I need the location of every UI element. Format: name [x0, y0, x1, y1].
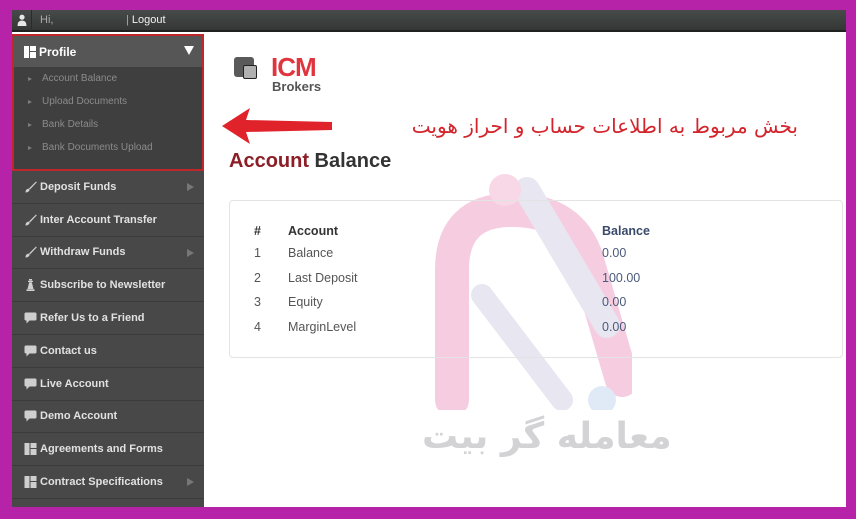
account-balance-panel: # Account Balance 1 Balance 0.00 2 Last … — [229, 200, 843, 358]
sidebar-subitem-account-balance[interactable]: Account Balance — [14, 67, 202, 90]
column-header-number: # — [254, 224, 261, 238]
sidebar-item-label: Subscribe to Newsletter — [40, 279, 166, 292]
page-title-accent: Account — [229, 150, 309, 172]
page-title-rest: Balance — [309, 150, 392, 172]
bullet-icon — [28, 76, 32, 81]
page-title: Account Balance — [229, 150, 391, 173]
row-account: Last Deposit — [288, 270, 358, 285]
sidebar-subitem-label: Account Balance — [42, 73, 118, 84]
grid-icon — [24, 45, 36, 58]
sidebar-item-label: Inter Account Transfer — [40, 213, 157, 226]
table-row: 3 Equity 0.00 — [254, 290, 650, 315]
sidebar-subitem-label: Bank Documents Upload — [42, 142, 153, 153]
grid-icon — [24, 443, 37, 456]
sidebar-subitem-bank-documents-upload[interactable]: Bank Documents Upload — [14, 136, 202, 159]
chevron-right-icon — [187, 248, 194, 257]
speech-bubble-icon — [24, 410, 37, 422]
row-balance: 0.00 — [602, 295, 627, 310]
logo-sub: Brokers — [272, 79, 322, 94]
brush-icon — [24, 214, 37, 226]
arrow-left-icon — [222, 108, 332, 144]
top-bar: Hi, | Logout — [12, 10, 846, 32]
bullet-icon — [28, 122, 32, 127]
chess-pawn-icon — [24, 279, 37, 292]
sidebar-item-agreements-forms[interactable]: Agreements and Forms — [12, 433, 204, 467]
sidebar-item-label: Demo Account — [40, 410, 118, 423]
sidebar-item-label: Live Account — [40, 377, 109, 390]
logo-brand: ICM — [271, 52, 317, 82]
sidebar: Profile Account Balance Upload Documents… — [12, 34, 204, 507]
row-number: 3 — [254, 295, 261, 310]
table-header-row: # Account Balance — [254, 221, 650, 241]
row-balance: 0.00 — [602, 246, 627, 261]
row-account: MarginLevel — [288, 319, 357, 334]
table-row: 2 Last Deposit 100.00 — [254, 266, 650, 291]
bullet-icon — [28, 99, 32, 104]
sidebar-subitem-upload-documents[interactable]: Upload Documents — [14, 90, 202, 113]
grid-icon — [24, 476, 37, 489]
speech-bubble-icon — [24, 312, 37, 324]
brush-icon — [24, 181, 37, 193]
sidebar-item-profile[interactable]: Profile — [14, 36, 202, 67]
speech-bubble-icon — [24, 345, 37, 357]
sidebar-item-withdraw-funds[interactable]: Withdraw Funds — [12, 237, 204, 270]
column-header-balance: Balance — [602, 224, 650, 238]
speech-bubble-icon — [24, 378, 37, 390]
sidebar-subitem-bank-details[interactable]: Bank Details — [14, 113, 202, 136]
sidebar-item-live-account[interactable]: Live Account — [12, 368, 204, 401]
row-number: 1 — [254, 246, 261, 261]
row-balance: 0.00 — [602, 319, 627, 334]
sidebar-item-inter-account-transfer[interactable]: Inter Account Transfer — [12, 204, 204, 237]
separator: | — [126, 14, 129, 26]
brush-icon — [24, 246, 37, 258]
watermark-text: معامله گر بیت — [422, 416, 672, 457]
sidebar-item-label: Agreements and Forms — [40, 443, 163, 456]
sidebar-item-label: Deposit Funds — [40, 180, 117, 193]
sidebar-item-demo-account[interactable]: Demo Account — [12, 401, 204, 434]
row-number: 2 — [254, 270, 261, 285]
sidebar-item-label: Contact us — [40, 344, 97, 357]
icm-brokers-logo: ICM Brokers — [232, 52, 332, 97]
sidebar-item-label: Profile — [39, 44, 77, 59]
account-balance-table: # Account Balance 1 Balance 0.00 2 Last … — [254, 221, 650, 339]
row-number: 4 — [254, 319, 261, 334]
chevron-right-icon — [187, 183, 194, 191]
app-window: Hi, | Logout Profile Account Balance Upl — [12, 10, 846, 507]
sidebar-item-label: Contract Specifications — [40, 476, 163, 489]
row-account: Equity — [288, 295, 323, 310]
annotation-text: بخش مربوط به اطلاعات حساب و احراز هویت — [411, 114, 798, 138]
sidebar-item-label: Refer Us to a Friend — [40, 312, 145, 325]
sidebar-item-label: Withdraw Funds — [40, 246, 126, 259]
row-account: Balance — [288, 246, 334, 261]
column-header-account: Account — [288, 224, 338, 238]
sidebar-item-refer-friend[interactable]: Refer Us to a Friend — [12, 302, 204, 335]
sidebar-subitem-label: Upload Documents — [42, 96, 128, 107]
logout-link[interactable]: Logout — [132, 14, 166, 26]
row-balance: 100.00 — [602, 270, 641, 285]
profile-section-highlight: Profile Account Balance Upload Documents… — [12, 34, 204, 171]
sidebar-subitem-label: Bank Details — [42, 119, 99, 130]
chevron-right-icon — [187, 478, 194, 487]
table-row: 4 MarginLevel 0.00 — [254, 315, 650, 340]
bullet-icon — [28, 145, 32, 150]
logo-square-light — [243, 65, 257, 79]
table-row: 1 Balance 0.00 — [254, 241, 650, 266]
sidebar-item-deposit-funds[interactable]: Deposit Funds — [12, 171, 204, 204]
user-icon — [12, 10, 32, 31]
sidebar-item-contract-specifications[interactable]: Contract Specifications — [12, 466, 204, 499]
greeting-text: Hi, — [40, 14, 54, 26]
chevron-down-icon[interactable] — [184, 46, 194, 55]
sidebar-item-contact-us[interactable]: Contact us — [12, 335, 204, 368]
sidebar-item-subscribe-newsletter[interactable]: Subscribe to Newsletter — [12, 269, 204, 303]
